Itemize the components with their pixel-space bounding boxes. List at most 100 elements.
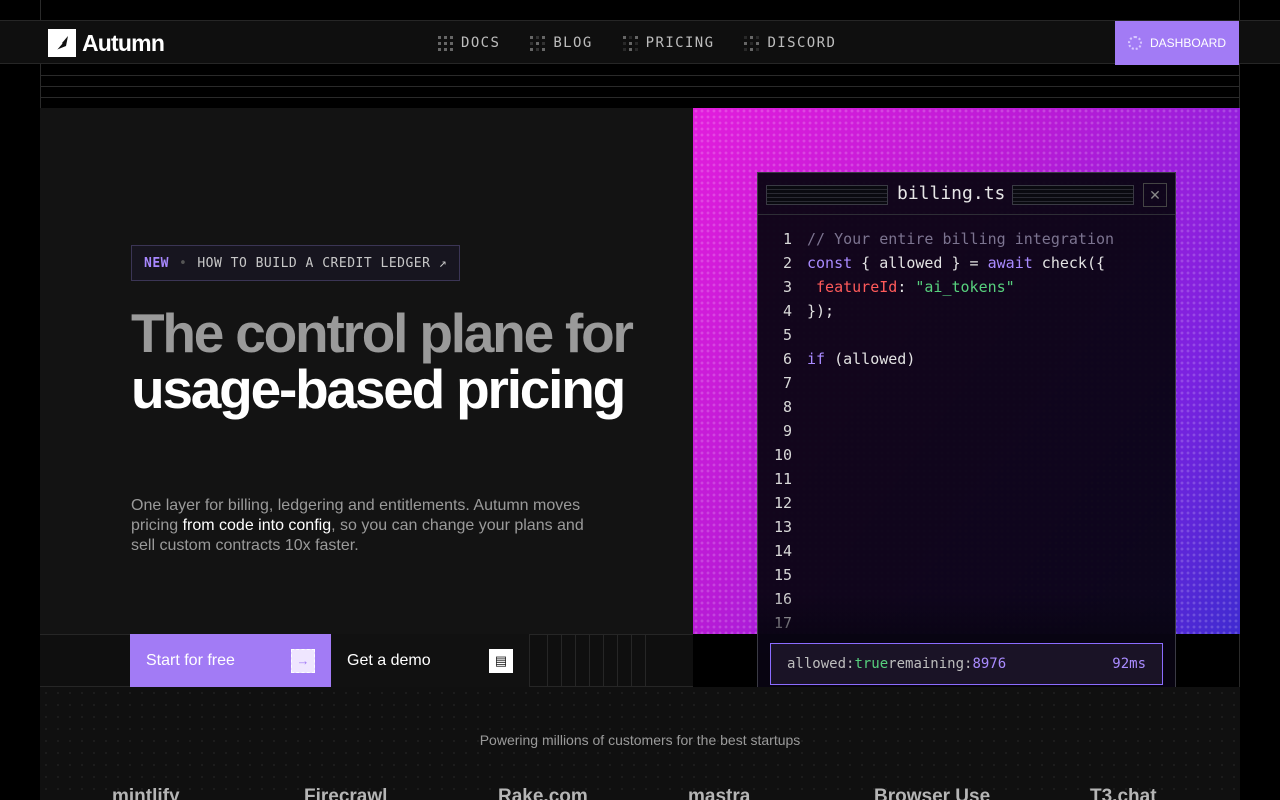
hero-subtitle-link: from code into config (182, 517, 332, 534)
customer-logo-firecrawl: Firecrawl (304, 786, 388, 800)
code-text: { allowed } = (852, 254, 988, 272)
decor-line (547, 634, 548, 687)
nav-links: DOCS BLOG PRICING DISCORD (438, 21, 866, 65)
code-window: billing.ts ✕ 1 // Your entire billing int… (757, 172, 1176, 694)
brand-logo[interactable]: Autumn (48, 29, 165, 57)
hero-title-highlight: usage-based pricing (131, 358, 626, 420)
line-number: 14 (773, 542, 792, 560)
header-stripe (766, 185, 888, 205)
dashboard-icon (1127, 36, 1142, 50)
line-number: 15 (773, 566, 792, 584)
badge-new-label: NEW (144, 255, 169, 271)
nav-link-pricing[interactable]: PRICING (622, 35, 715, 51)
code-text: }); (807, 302, 835, 320)
hero-title: The control plane for usage-based pricin… (131, 305, 651, 417)
nav-link-docs[interactable]: DOCS (438, 35, 500, 51)
code-text: : (897, 278, 916, 296)
line-number: 6 (782, 350, 792, 368)
code-text: (allowed) (825, 350, 916, 368)
line-number: 12 (773, 494, 792, 512)
nav-link-label: BLOG (553, 35, 593, 51)
demo-button-label: Get a demo (347, 651, 431, 669)
nav-link-discord[interactable]: DISCORD (744, 35, 836, 51)
nav-link-label: DOCS (461, 35, 501, 51)
close-icon[interactable]: ✕ (1143, 183, 1167, 207)
file-name: billing.ts (897, 183, 1006, 204)
code-property: featureId (807, 278, 898, 296)
code-line: 11 (758, 467, 1175, 491)
code-line: 14 (758, 539, 1175, 563)
grid-dots-icon (438, 35, 453, 51)
line-number: 4 (782, 302, 792, 320)
grid-dots-icon (530, 35, 546, 51)
start-for-free-button[interactable]: Start for free → (130, 634, 331, 687)
customer-logo-mastra: mastra (688, 786, 751, 800)
code-editor: 1 // Your entire billing integration 2 con… (758, 227, 1175, 637)
result-latency: 92ms (1112, 656, 1146, 672)
code-comment: // Your entire billing integration (807, 230, 1115, 248)
nav-link-label: DISCORD (767, 35, 837, 51)
header-stripe (1012, 185, 1134, 205)
code-line: 8 (758, 395, 1175, 419)
code-line: 4}); (758, 299, 1175, 323)
leaf-icon (48, 29, 76, 57)
result-remaining-value: 8976 (972, 656, 1007, 672)
code-keyword: const (807, 254, 853, 272)
hero-title-muted: The control plane for (131, 302, 634, 364)
line-number: 10 (773, 446, 792, 464)
code-line: 6 if (allowed) (758, 347, 1175, 371)
hero-subtitle: One layer for billing, ledgering and ent… (131, 496, 611, 556)
line-number: 7 (782, 374, 792, 392)
nav-link-blog[interactable]: BLOG (530, 35, 592, 51)
line-number: 5 (782, 326, 792, 344)
grid-dots-icon (622, 35, 638, 51)
code-line: 13 (758, 515, 1175, 539)
line-number: 11 (773, 470, 792, 488)
announcement-badge[interactable]: NEW • HOW TO BUILD A CREDIT LEDGER ↗ (131, 245, 461, 281)
code-line: 1 // Your entire billing integration (758, 227, 1175, 251)
arrow-right-icon: → (291, 648, 315, 673)
code-line: 9 (758, 419, 1175, 443)
social-proof-caption: Powering millions of customers for the b… (479, 732, 801, 748)
code-line: 5 (758, 323, 1175, 347)
line-number: 9 (782, 422, 792, 440)
result-bar: allowed: true remaining: 8976 92ms (770, 643, 1163, 685)
code-line: 10 (758, 443, 1175, 467)
code-window-header: billing.ts ✕ (758, 173, 1175, 215)
line-number: 1 (782, 230, 792, 248)
decor-line (617, 634, 618, 687)
decor-line (589, 634, 590, 687)
code-string: "ai_tokens" (915, 278, 1015, 296)
code-keyword: await (987, 254, 1033, 272)
line-number: 3 (782, 278, 792, 296)
code-line: 7 (758, 371, 1175, 395)
line-number: 8 (782, 398, 792, 416)
top-nav: Autumn DOCS BLOG PRICING DISCORD DASHBOA… (0, 20, 1280, 65)
code-text: check({ (1032, 254, 1106, 272)
divider (40, 97, 1240, 98)
decor-line (631, 634, 632, 687)
decor-line (603, 634, 604, 687)
line-number: 13 (773, 518, 792, 536)
customer-logo-rake: Rake.com (498, 786, 588, 800)
decor-line (645, 634, 646, 687)
code-keyword: if (807, 350, 826, 368)
customer-logo-t3-chat: T3.chat (1090, 786, 1157, 800)
code-line: 15 (758, 563, 1175, 587)
result-allowed-value: true (854, 656, 889, 672)
grid-dots-icon (744, 35, 760, 51)
customer-logo-browser-use: Browser Use (874, 786, 991, 800)
customer-logo-mintlify: mintlify (112, 786, 180, 800)
decor-line (575, 634, 576, 687)
dashboard-button[interactable]: DASHBOARD (1115, 21, 1239, 65)
divider (40, 75, 1240, 76)
dashboard-button-label: DASHBOARD (1149, 36, 1226, 50)
start-button-label: Start for free (146, 651, 235, 669)
code-line: 12 (758, 491, 1175, 515)
get-a-demo-button[interactable]: Get a demo ▤ (331, 634, 530, 687)
code-line: 2 const { allowed } = await check({ (758, 251, 1175, 275)
brand-name: Autumn (82, 29, 165, 56)
nav-link-label: PRICING (645, 35, 715, 51)
result-allowed-label: allowed: (787, 656, 855, 672)
decor-line (561, 634, 562, 687)
